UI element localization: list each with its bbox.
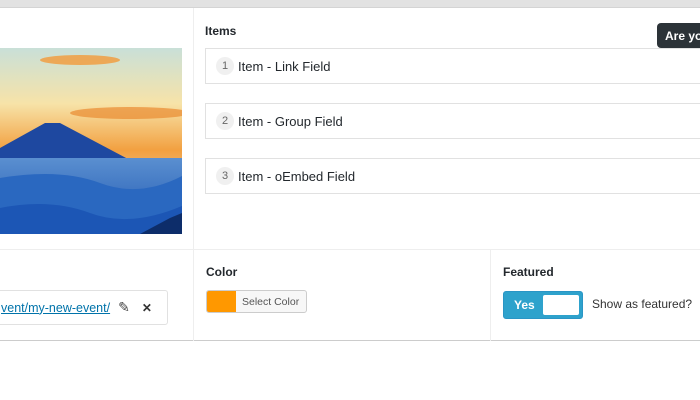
item-label: Item - oEmbed Field [238,168,356,184]
list-item[interactable]: 1 Item - Link Field [205,48,700,84]
featured-label: Featured [503,265,554,279]
select-color-button[interactable]: Select Color [206,290,307,313]
featured-hint: Show as featured? [592,297,693,311]
color-swatch [207,291,236,312]
item-number: 3 [216,167,234,185]
item-number: 1 [216,57,234,75]
items-label: Items [205,24,237,38]
list-item[interactable]: 3 Item - oEmbed Field [205,158,700,194]
tooltip: Are yo [657,23,700,48]
pencil-icon[interactable]: ✎ [118,299,130,316]
divider [0,249,700,250]
item-label: Item - Group Field [238,113,343,129]
toggle-label: Yes [514,298,535,312]
toggle-knob [543,295,579,315]
select-color-label: Select Color [242,296,300,308]
item-label: Item - Link Field [238,58,331,74]
close-icon[interactable]: ✕ [142,301,152,315]
featured-image[interactable] [0,48,182,234]
featured-toggle[interactable]: Yes [503,291,583,319]
item-number: 2 [216,112,234,130]
divider [490,249,491,341]
list-item[interactable]: 2 Item - Group Field [205,103,700,139]
link-field: vent/my-new-event/ ✎ ✕ [0,290,168,325]
divider [193,8,194,341]
color-label: Color [206,265,238,279]
top-bar [0,0,700,8]
link-url[interactable]: vent/my-new-event/ [1,301,110,315]
